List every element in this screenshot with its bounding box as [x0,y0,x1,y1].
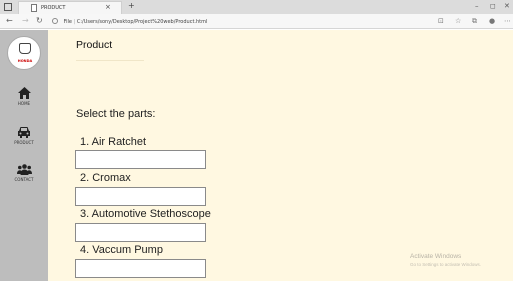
tab-close-icon[interactable]: × [105,3,111,11]
main-content: Product Select the parts: 1. Air Ratchet… [48,30,513,281]
page-title: Product [76,39,113,51]
tab-title: PRODUCT [41,5,66,11]
sidebar-item-label: CONTACT [14,177,34,182]
browser-tab[interactable]: PRODUCT × [18,1,122,14]
info-icon[interactable] [52,18,58,24]
part-label-automotive-stethoscope: 3. Automotive Stethoscope [80,208,211,220]
cromax-input[interactable] [75,187,206,206]
automotive-stethoscope-input[interactable] [75,223,206,242]
air-ratchet-input[interactable] [75,150,206,169]
part-label-cromax: 2. Cromax [80,172,131,184]
sidebar-item-label: PRODUCT [14,140,34,145]
window-menu-icon[interactable] [4,3,12,11]
browser-window: PRODUCT × + – ◻ ✕ ← → ↻ File | C:/Users/… [0,0,513,281]
car-icon [18,127,30,138]
sidebar-item-label: HOME [17,101,31,106]
vaccum-pump-input[interactable] [75,259,206,278]
sidebar-item-home[interactable]: HOME [0,87,48,106]
part-label-vaccum-pump: 4. Vaccum Pump [80,244,163,256]
watermark-title: Activate Windows [410,253,462,260]
refresh-icon[interactable]: ↻ [36,16,43,25]
minimize-button[interactable]: – [475,2,479,10]
url-text: C:/Users/sony/Desktop/Project%20web/Prod… [76,19,208,25]
part-label-air-ratchet: 1. Air Ratchet [80,136,147,148]
close-window-button[interactable]: ✕ [504,2,510,10]
url-prefix: File [63,19,72,25]
forward-arrow-icon[interactable]: → [22,16,29,25]
address-bar: ← → ↻ File | C:/Users/sony/Desktop/Proje… [0,14,513,29]
watermark-subtitle: Go to Settings to activate Windows. [410,262,482,267]
sidebar-item-product[interactable]: PRODUCT [0,126,48,145]
url-field[interactable]: File | C:/Users/sony/Desktop/Project%20w… [52,17,432,27]
maximize-button[interactable]: ◻ [490,2,496,10]
logo-text: HONDA [17,59,33,63]
read-aloud-icon[interactable]: ⊡ [438,17,444,25]
new-tab-button[interactable]: + [128,1,135,10]
collections-icon[interactable]: ⧉ [472,17,477,26]
home-icon [17,87,31,99]
page-content: HONDA HOME PRODUCT CONTACT Product Selec… [0,30,513,281]
profile-icon[interactable]: ● [489,17,495,25]
honda-logo[interactable]: HONDA [7,36,41,70]
more-menu-icon[interactable]: ⋯ [504,17,511,25]
honda-h-mark [19,43,31,54]
tab-strip: PRODUCT × + – ◻ ✕ [0,0,513,14]
select-parts-heading: Select the parts: [76,108,156,120]
activate-windows-watermark: Activate Windows Go to Settings to activ… [410,253,481,269]
title-divider [76,60,144,61]
back-arrow-icon[interactable]: ← [6,16,13,25]
sidebar: HONDA HOME PRODUCT CONTACT [0,30,48,281]
page-icon [31,4,37,12]
favorite-star-icon[interactable]: ☆ [455,17,461,25]
users-icon [16,164,32,175]
sidebar-item-contact[interactable]: CONTACT [0,164,48,182]
